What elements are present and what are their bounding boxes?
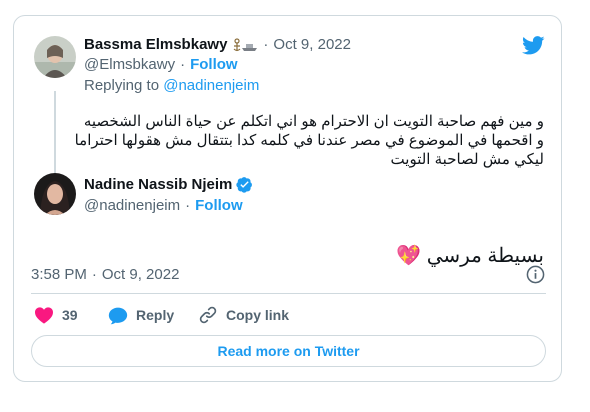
quoted-follow-link[interactable]: Follow bbox=[190, 56, 238, 73]
copy-link-button[interactable]: Copy link bbox=[198, 305, 289, 325]
avatar-nadine[interactable] bbox=[34, 173, 76, 215]
tweet-time-separator: · bbox=[91, 266, 97, 283]
quoted-author-name[interactable]: Bassma Elmsbkawy bbox=[84, 36, 227, 53]
reply-label: Reply bbox=[136, 307, 175, 323]
main-handle[interactable]: @nadinenjeim bbox=[84, 197, 180, 214]
link-icon bbox=[198, 305, 226, 325]
heart-icon bbox=[34, 306, 62, 324]
like-count: 39 bbox=[62, 307, 78, 323]
like-button[interactable]: 39 bbox=[34, 305, 78, 325]
quoted-follow-separator: · bbox=[180, 56, 186, 73]
copy-link-label: Copy link bbox=[226, 307, 290, 323]
read-more-button[interactable]: Read more on Twitter bbox=[31, 335, 546, 367]
main-follow-link[interactable]: Follow bbox=[195, 197, 243, 214]
tweet-embed-card: Bassma Elmsbkawy · Oct 9, 2022 @Elmsbkaw… bbox=[13, 15, 562, 382]
divider bbox=[31, 293, 546, 294]
avatar-bassma[interactable] bbox=[34, 36, 76, 78]
info-icon[interactable] bbox=[526, 265, 545, 289]
verified-badge-icon bbox=[236, 176, 253, 193]
quoted-dot-separator: · bbox=[263, 36, 269, 53]
tweet-time[interactable]: 3:58 PM bbox=[31, 266, 87, 283]
thread-connector-line bbox=[54, 91, 56, 173]
replying-to-handle[interactable]: @nadinenjeim bbox=[163, 77, 259, 94]
replying-to-label: Replying to bbox=[84, 77, 164, 94]
read-more-label: Read more on Twitter bbox=[217, 343, 360, 359]
quoted-date[interactable]: Oct 9, 2022 bbox=[273, 36, 351, 53]
quoted-tweet-text: و مين فهم صاحبة التويت ان الاحترام هو ان… bbox=[74, 113, 544, 168]
reply-bubble-icon bbox=[108, 306, 136, 325]
replying-to: Replying to @nadinenjeim bbox=[84, 77, 259, 94]
reply-button[interactable]: Reply bbox=[108, 305, 174, 325]
anchor-ship-emoji-icon bbox=[232, 37, 258, 52]
twitter-bird-icon[interactable] bbox=[522, 36, 545, 60]
quoted-handle[interactable]: @Elmsbkawy bbox=[84, 56, 175, 73]
main-follow-separator: · bbox=[185, 197, 191, 214]
tweet-date[interactable]: Oct 9, 2022 bbox=[102, 266, 180, 283]
main-author-name[interactable]: Nadine Nassib Njeim bbox=[84, 176, 232, 193]
